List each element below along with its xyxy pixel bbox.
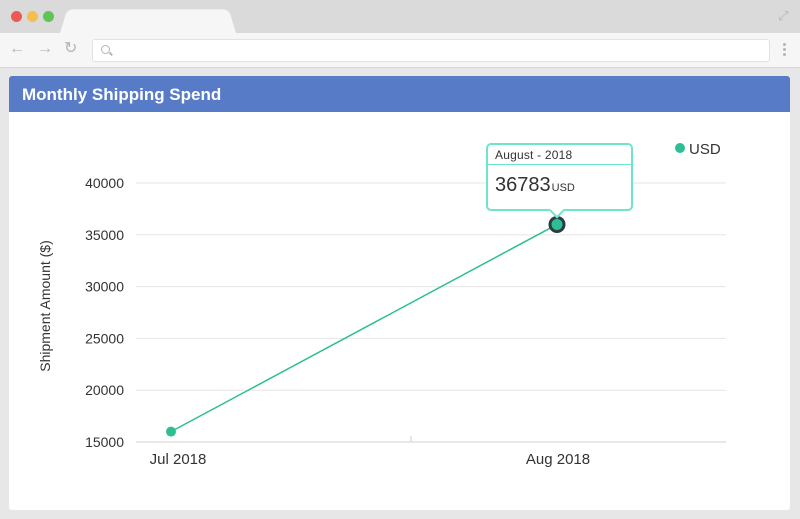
browser-tab[interactable] bbox=[60, 9, 236, 33]
legend-marker bbox=[675, 143, 685, 153]
browser-toolbar: ← → ↻ bbox=[0, 33, 800, 68]
data-point[interactable] bbox=[166, 426, 176, 437]
tooltip-value: 36783 bbox=[495, 174, 551, 196]
back-arrow-icon[interactable]: ← bbox=[9, 41, 25, 57]
line-chart: 15000 20000 25000 30000 35000 40000 Jul 2018 A… bbox=[37, 141, 726, 468]
data-tooltip: August - 2018 36783USD bbox=[486, 143, 633, 211]
maximize-window-dot[interactable] bbox=[43, 11, 54, 22]
menu-icon[interactable] bbox=[783, 43, 786, 58]
browser-chrome: ⤢ ← → ↻ bbox=[0, 0, 800, 68]
expand-icon[interactable]: ⤢ bbox=[778, 8, 788, 24]
tooltip-value-row: 36783USD bbox=[488, 165, 631, 197]
y-tick-label: 25000 bbox=[85, 330, 124, 346]
y-axis-title: Shipment Amount ($) bbox=[37, 240, 53, 372]
y-tick-label: 15000 bbox=[85, 434, 124, 450]
search-icon bbox=[101, 45, 110, 54]
forward-arrow-icon[interactable]: → bbox=[37, 41, 53, 57]
chart-panel: Monthly Shipping Spend 15000 20000 25000 30… bbox=[9, 76, 790, 510]
x-tick-label: Aug 2018 bbox=[526, 451, 590, 468]
tooltip-title: August - 2018 bbox=[488, 145, 631, 165]
reload-icon[interactable]: ↻ bbox=[64, 41, 77, 57]
minimize-window-dot[interactable] bbox=[27, 11, 38, 22]
y-tick-label: 20000 bbox=[85, 382, 124, 398]
y-tick-label: 40000 bbox=[85, 175, 124, 191]
y-tick-label: 35000 bbox=[85, 227, 124, 243]
legend-label[interactable]: USD bbox=[689, 141, 721, 158]
tooltip-unit: USD bbox=[551, 182, 575, 194]
data-point-highlighted[interactable] bbox=[548, 215, 566, 233]
address-bar[interactable] bbox=[92, 39, 770, 62]
close-window-dot[interactable] bbox=[11, 11, 22, 22]
series-line bbox=[170, 223, 558, 433]
x-tick-label: Jul 2018 bbox=[150, 451, 207, 468]
y-tick-label: 30000 bbox=[85, 279, 124, 295]
